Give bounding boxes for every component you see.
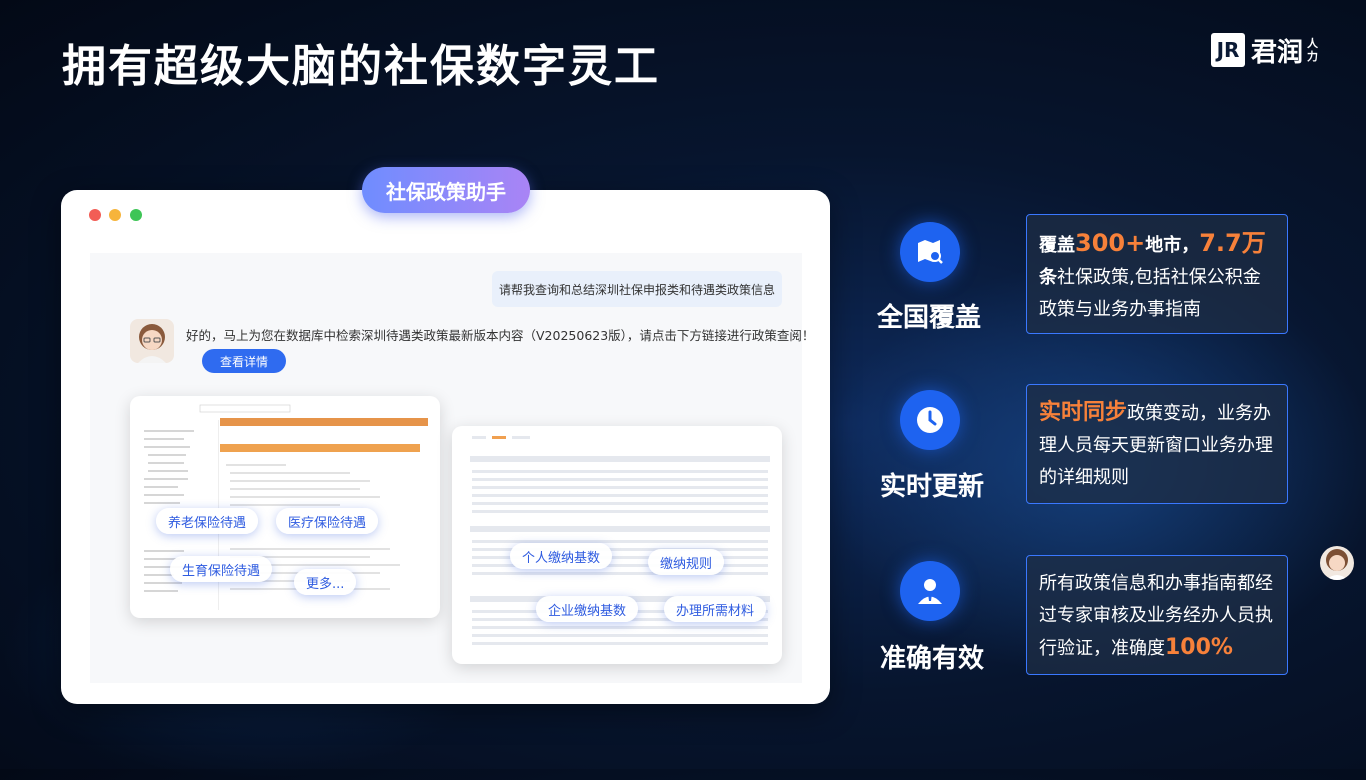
text-part: 覆盖: [1039, 235, 1075, 256]
feature-label-coverage: 全国覆盖: [877, 303, 982, 333]
highlight-number: 300+: [1075, 229, 1146, 257]
chip-personal-base[interactable]: 个人缴纳基数: [510, 543, 613, 569]
text-part: 条: [1039, 267, 1057, 288]
policy-assistant-tag: 社保政策助手: [362, 167, 530, 213]
chip-required-materials[interactable]: 办理所需材料: [664, 596, 767, 622]
feature-card-realtime: 实时同步政策变动，业务办理人员每天更新窗口业务办理的详细规则: [1026, 384, 1288, 504]
window-maximize-icon: [130, 209, 142, 221]
policy-table-preview[interactable]: [452, 426, 782, 664]
feature-card-coverage: 覆盖300+地市，7.7万条社保政策,包括社保公积金政策与业务办事指南: [1026, 214, 1288, 334]
chat-area: 请帮我查询和总结深圳社保申报类和待遇类政策信息 好的，马上为您在数据库中检索深圳…: [90, 253, 814, 683]
view-detail-button[interactable]: 查看详情: [202, 349, 286, 373]
feature-label-accuracy: 准确有效: [880, 644, 985, 674]
preview-table-lines: [470, 436, 770, 645]
window-minimize-icon: [109, 209, 121, 221]
user-badge-icon: [900, 561, 960, 621]
chip-maternity[interactable]: 生育保险待遇: [170, 556, 273, 582]
logo-sub: 人力: [1307, 37, 1319, 63]
floating-assistant-avatar[interactable]: [1320, 546, 1354, 580]
page-title: 拥有超级大脑的社保数字灵工: [62, 41, 660, 92]
logo-name: 君润: [1251, 37, 1304, 68]
brand-logo: JR 君润 人力: [1211, 32, 1319, 68]
clock-icon: [900, 390, 960, 450]
chip-more[interactable]: 更多...: [294, 569, 357, 595]
text-part: 所有政策信息和办事指南都经过专家审核及业务经办人员执行验证，准确度: [1039, 573, 1273, 659]
assistant-avatar: [130, 319, 174, 363]
assistant-window: 请帮我查询和总结深圳社保申报类和待遇类政策信息 好的，马上为您在数据库中检索深圳…: [61, 190, 830, 704]
assistant-message: 好的，马上为您在数据库中检索深圳待遇类政策最新版本内容（V20250623版），…: [186, 328, 815, 343]
chip-pension[interactable]: 养老保险待遇: [156, 508, 259, 534]
policy-document-preview[interactable]: [130, 396, 440, 618]
map-search-icon: [900, 222, 960, 282]
logo-mark-icon: JR: [1211, 33, 1245, 67]
highlight-text: 实时同步: [1039, 400, 1128, 425]
preview-banner: [220, 418, 428, 426]
feature-label-realtime: 实时更新: [880, 472, 985, 502]
text-part: 社保政策,包括社保公积金政策与业务办事指南: [1039, 267, 1261, 320]
preview-section-bar: [220, 444, 420, 452]
preview-header: [140, 404, 430, 414]
window-close-icon: [89, 209, 101, 221]
chip-company-base[interactable]: 企业缴纳基数: [536, 596, 639, 622]
feature-card-accuracy: 所有政策信息和办事指南都经过专家审核及业务经办人员执行验证，准确度100%: [1026, 555, 1288, 675]
highlight-number: 7.7万: [1199, 229, 1266, 257]
chip-medical[interactable]: 医疗保险待遇: [276, 508, 379, 534]
user-message: 请帮我查询和总结深圳社保申报类和待遇类政策信息: [492, 271, 782, 307]
chip-payment-rules[interactable]: 缴纳规则: [648, 549, 725, 575]
text-part: 地市，: [1145, 235, 1200, 256]
highlight-number: 100%: [1165, 635, 1233, 660]
